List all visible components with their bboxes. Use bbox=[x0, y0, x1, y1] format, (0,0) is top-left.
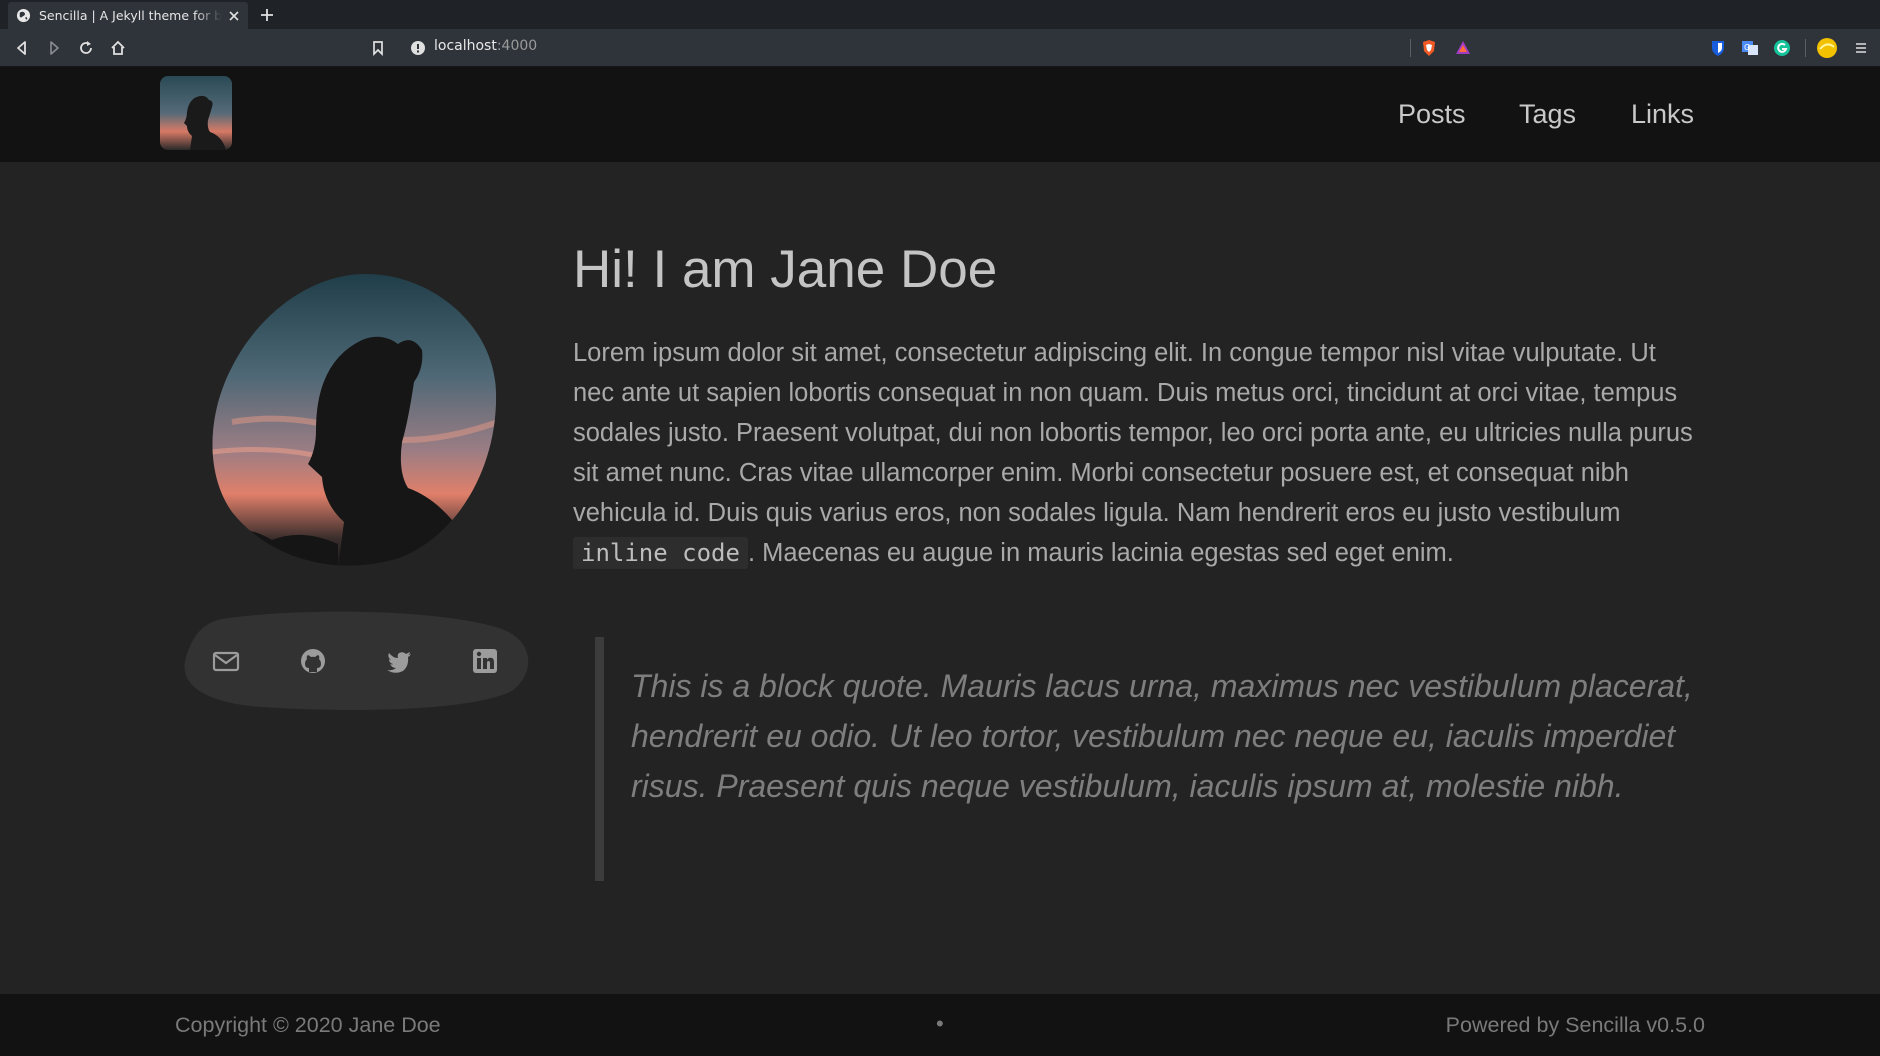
bookmark-icon[interactable] bbox=[369, 39, 387, 57]
bitwarden-icon[interactable] bbox=[1709, 39, 1727, 57]
footer-powered-by[interactable]: Powered by Sencilla v0.5.0 bbox=[1446, 1013, 1705, 1038]
grammarly-icon[interactable] bbox=[1773, 39, 1791, 57]
block-quote: This is a block quote. Mauris lacus urna… bbox=[595, 637, 1695, 881]
linkedin-icon[interactable] bbox=[471, 647, 499, 675]
svg-text:G: G bbox=[1744, 43, 1750, 52]
github-icon[interactable] bbox=[299, 647, 327, 675]
intro-text: Lorem ipsum dolor sit amet, consectetur … bbox=[573, 339, 1693, 527]
address-bar[interactable]: localhost:4000 bbox=[434, 38, 537, 54]
profile-avatar bbox=[212, 273, 497, 566]
nav-link-tags[interactable]: Tags bbox=[1519, 99, 1576, 130]
nav-link-links[interactable]: Links bbox=[1631, 99, 1694, 130]
translate-icon[interactable]: G bbox=[1741, 39, 1759, 57]
intro-paragraph: Lorem ipsum dolor sit amet, consectetur … bbox=[573, 333, 1693, 573]
site-logo[interactable] bbox=[160, 76, 232, 150]
forward-icon[interactable] bbox=[45, 39, 63, 57]
footer-separator: • bbox=[936, 1011, 944, 1036]
url-port: :4000 bbox=[496, 38, 538, 54]
mail-icon[interactable] bbox=[212, 647, 240, 675]
profile-avatar-icon[interactable] bbox=[1816, 37, 1838, 59]
toolbar-divider bbox=[1410, 39, 1411, 57]
nav-link-posts[interactable]: Posts bbox=[1398, 99, 1466, 130]
block-quote-text: This is a block quote. Mauris lacus urna… bbox=[631, 668, 1693, 804]
back-icon[interactable] bbox=[13, 39, 31, 57]
globe-icon bbox=[16, 8, 31, 23]
toolbar-divider bbox=[1805, 39, 1806, 57]
footer-copyright: Copyright © 2020 Jane Doe bbox=[175, 1013, 441, 1037]
new-tab-icon[interactable] bbox=[258, 6, 276, 24]
site-footer: Copyright © 2020 Jane Doe • Powered by S… bbox=[0, 994, 1880, 1056]
site-header: Posts Tags Links bbox=[0, 67, 1880, 162]
brave-shield-icon[interactable] bbox=[1420, 39, 1438, 57]
browser-toolbar: localhost:4000 G bbox=[0, 29, 1880, 67]
menu-icon[interactable] bbox=[1852, 39, 1870, 57]
page-title: Hi! I am Jane Doe bbox=[573, 240, 998, 299]
browser-tab-bar: Sencilla | A Jekyll theme for blogs bbox=[0, 0, 1880, 29]
tab-title: Sencilla | A Jekyll theme for blogs bbox=[39, 8, 222, 23]
browser-tab[interactable]: Sencilla | A Jekyll theme for blogs bbox=[8, 2, 248, 29]
url-host: localhost bbox=[434, 38, 497, 54]
intro-text-end: . Maecenas eu augue in mauris lacinia eg… bbox=[747, 539, 1454, 567]
brave-rewards-icon[interactable] bbox=[1454, 39, 1472, 57]
site-info-icon[interactable] bbox=[409, 39, 427, 57]
reload-icon[interactable] bbox=[77, 39, 95, 57]
inline-code: inline code bbox=[573, 537, 748, 569]
home-icon[interactable] bbox=[109, 39, 127, 57]
close-icon[interactable] bbox=[228, 10, 240, 22]
twitter-icon[interactable] bbox=[385, 647, 413, 675]
